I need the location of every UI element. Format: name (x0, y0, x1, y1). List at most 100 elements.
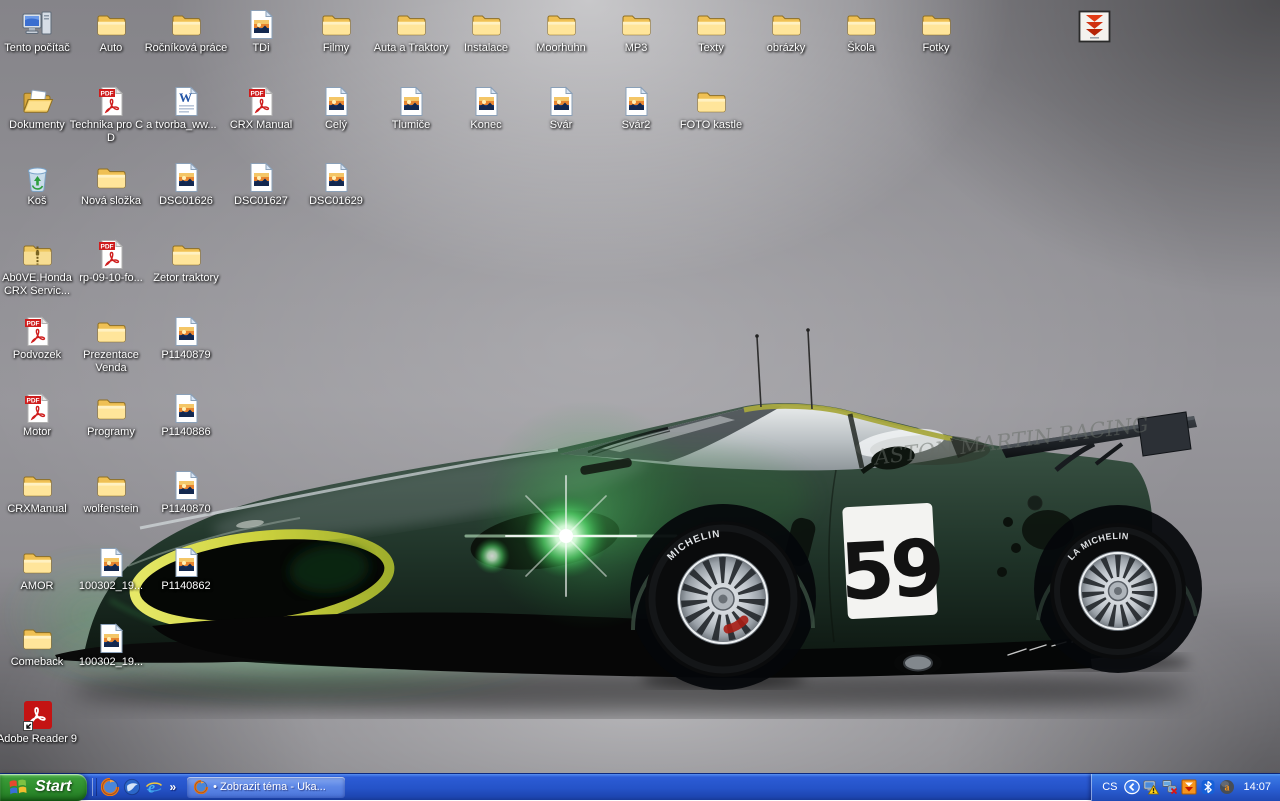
svg-text:PDF: PDF (26, 321, 39, 328)
desktop-icon-dsc01629[interactable]: DSC01629 (294, 161, 378, 208)
icon-label: 100302_19... (69, 580, 153, 593)
quick-launch-overflow-chevron[interactable]: » (169, 780, 176, 794)
firefox-icon (194, 780, 208, 794)
desktop-icon-tlumice[interactable]: Tlumiče (369, 85, 453, 132)
image-icon (620, 85, 653, 118)
icon-label: Ročníková práce (144, 42, 228, 55)
computer-icon (21, 8, 54, 41)
desktop-icon-cely[interactable]: Celý (294, 85, 378, 132)
clock: 14:07 (1243, 781, 1271, 793)
desktop-icon-adobe-reader-9[interactable]: Adobe Reader 9 (0, 699, 79, 746)
desktop-icon-flashget[interactable] (1052, 10, 1136, 43)
desktop-icon-p1140862[interactable]: P1140862 (144, 546, 228, 593)
folder-icon (95, 8, 128, 41)
desktop-icon-100302-19-a[interactable]: 100302_19... (69, 546, 153, 593)
folder-icon (695, 85, 728, 118)
desktop[interactable]: ASTON MARTIN RACING (0, 0, 1280, 773)
image-icon (95, 546, 128, 579)
desktop-icon-crxmanual-folder[interactable]: CRXManual (0, 469, 79, 516)
icon-label: Texty (669, 42, 753, 55)
image-icon (170, 392, 203, 425)
flashget-icon (1078, 10, 1111, 43)
desktop-icon-rp-09-10-fo[interactable]: PDFrp-09-10-fo... (69, 238, 153, 285)
bluetooth-icon[interactable] (1200, 779, 1216, 795)
desktop-icon-skola[interactable]: Škola (819, 8, 903, 55)
desktop-icon-100302-19-b[interactable]: 100302_19... (69, 622, 153, 669)
icon-label: Comeback (0, 656, 79, 669)
desktop-icon-auto[interactable]: Auto (69, 8, 153, 55)
desktop-icon-crx-manual[interactable]: PDFCRX Manual (219, 85, 303, 132)
folder-icon (320, 8, 353, 41)
start-button[interactable]: Start (0, 774, 87, 801)
desktop-icon-nova-slozka[interactable]: Nová složka (69, 161, 153, 208)
language-indicator[interactable]: CS (1102, 781, 1117, 793)
icon-label: DSC01629 (294, 195, 378, 208)
desktop-icon-wolfenstein[interactable]: wolfenstein (69, 469, 153, 516)
image-icon (170, 546, 203, 579)
desktop-icon-podvozek[interactable]: PDFPodvozek (0, 315, 79, 362)
desktop-icon-svar2[interactable]: Svár2 (594, 85, 678, 132)
desktop-icon-texty[interactable]: Texty (669, 8, 753, 55)
desktop-icon-rocnikova-prace[interactable]: Ročníková práce (144, 8, 228, 55)
desktop-icon-p1140870[interactable]: P1140870 (144, 469, 228, 516)
desktop-icon-ab0ve-honda-crx[interactable]: Ab0VE.Honda CRX Servic... (0, 238, 79, 298)
quick-launch-handle[interactable] (92, 778, 97, 796)
thunderbird-icon[interactable] (123, 778, 141, 796)
icon-label: Nová složka (69, 195, 153, 208)
icon-label: rp-09-10-fo... (69, 272, 153, 285)
desktop-icon-moorhuhn[interactable]: Moorhuhn (519, 8, 603, 55)
internet-explorer-icon[interactable]: e (145, 778, 163, 796)
system-tray: CS a 14:07 (1091, 774, 1280, 801)
icon-label: Ab0VE.Honda CRX Servic... (0, 272, 79, 298)
folder-icon (770, 8, 803, 41)
desktop-icon-svar[interactable]: Svár (519, 85, 603, 132)
desktop-icon-programy[interactable]: Programy (69, 392, 153, 439)
icon-label: Instalace (444, 42, 528, 55)
desktop-icon-dsc01627[interactable]: DSC01627 (219, 161, 303, 208)
task-button-zobrazit-tema[interactable]: • Zobrazit téma - Uka... (187, 777, 345, 798)
desktop-icon-prezentace-venda[interactable]: Prezentace Venda (69, 315, 153, 375)
icon-label: Auto (69, 42, 153, 55)
desktop-icon-fotky[interactable]: Fotky (894, 8, 978, 55)
desktop-icon-instalace[interactable]: Instalace (444, 8, 528, 55)
pdf-icon: PDF (95, 85, 128, 118)
flashget-tray-icon[interactable] (1181, 779, 1197, 795)
desktop-icon-auta-a-traktory[interactable]: Auta a Traktory (369, 8, 453, 55)
desktop-icon-foto-kastle[interactable]: FOTO kastle (669, 85, 753, 132)
desktop-icon-amor[interactable]: AMOR (0, 546, 79, 593)
desktop-icon-mp3[interactable]: MP3 (594, 8, 678, 55)
desktop-icon-konec[interactable]: Konec (444, 85, 528, 132)
folder-icon (695, 8, 728, 41)
image-icon (170, 315, 203, 348)
desktop-icon-kos[interactable]: Koš (0, 161, 79, 208)
network-offline-icon[interactable] (1162, 779, 1178, 795)
folder-icon (620, 8, 653, 41)
desktop-icon-tento-pocitac[interactable]: Tento počítač (0, 8, 79, 55)
desktop-icon-tvorba-ww[interactable]: Wtvorba_ww... (144, 85, 228, 132)
desktop-icon-dsc01626[interactable]: DSC01626 (144, 161, 228, 208)
svg-text:PDF: PDF (250, 91, 263, 98)
folder-icon (95, 392, 128, 425)
svg-text:PDF: PDF (100, 91, 113, 98)
desktop-icon-obrazky[interactable]: obrázky (744, 8, 828, 55)
desktop-icon-filmy[interactable]: Filmy (294, 8, 378, 55)
icon-label: Zetor traktory (144, 272, 228, 285)
desktop-icon-dokumenty[interactable]: Dokumenty (0, 85, 79, 132)
desktop-icon-p1140879[interactable]: P1140879 (144, 315, 228, 362)
desktop-icon-p1140886[interactable]: P1140886 (144, 392, 228, 439)
display-warning-icon[interactable] (1143, 779, 1159, 795)
desktop-icon-motor[interactable]: PDFMotor (0, 392, 79, 439)
hide-icons-button[interactable] (1124, 779, 1140, 795)
desktop-icon-tdi[interactable]: TDi (219, 8, 303, 55)
icon-label: Svár (519, 119, 603, 132)
icon-label: Moorhuhn (519, 42, 603, 55)
desktop-icon-technika-pro-c-a-d[interactable]: PDFTechnika pro C a D (69, 85, 153, 145)
icon-label: Programy (69, 426, 153, 439)
tray-icons: a (1141, 779, 1236, 795)
icon-label: Tlumiče (369, 119, 453, 132)
desktop-icon-zetor-traktory[interactable]: Zetor traktory (144, 238, 228, 285)
firefox-icon[interactable] (101, 778, 119, 796)
desktop-icon-comeback[interactable]: Comeback (0, 622, 79, 669)
svg-text:a: a (1224, 783, 1229, 794)
avast-icon[interactable]: a (1219, 779, 1235, 795)
